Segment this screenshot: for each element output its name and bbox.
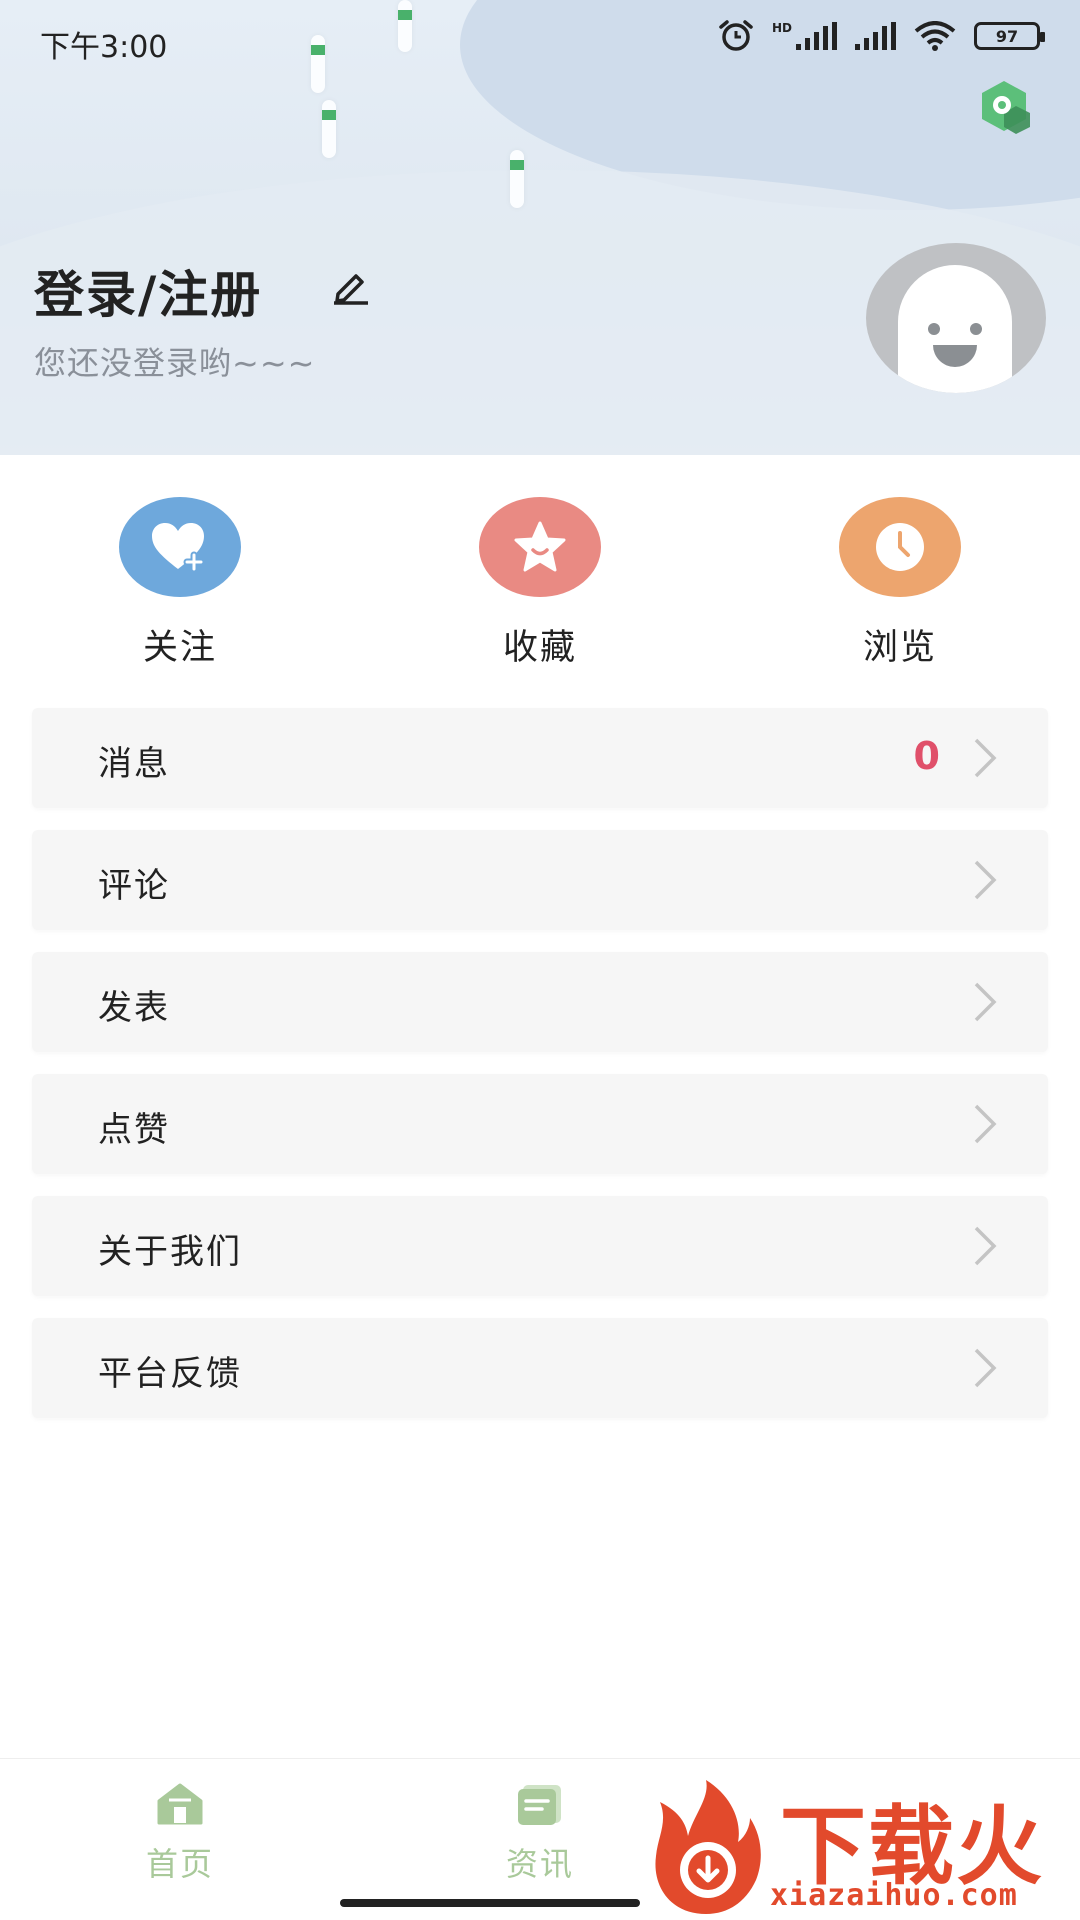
- history-circle: [839, 497, 961, 597]
- menu-item-label: 发表: [98, 988, 170, 1028]
- wifi-icon: [914, 21, 956, 51]
- news-icon: [518, 1785, 561, 1825]
- signal-icon: [855, 22, 896, 50]
- hd-label: HD: [771, 21, 792, 35]
- settings-hex-icon[interactable]: [976, 78, 1032, 134]
- menu-item-messages[interactable]: 消息 0: [32, 708, 1048, 808]
- status-icons: HD 97: [718, 20, 1045, 52]
- favorite-circle: [479, 497, 601, 597]
- menu-item-label: 关于我们: [98, 1232, 242, 1272]
- battery-icon: 97: [974, 22, 1045, 50]
- alarm-icon: [719, 20, 753, 51]
- chevron-right-icon: [974, 1348, 997, 1388]
- chevron-right-icon: [974, 860, 997, 900]
- snow-pole-decoration: [510, 150, 524, 208]
- menu-item-label: 平台反馈: [98, 1354, 242, 1394]
- home-icon: [157, 1783, 203, 1825]
- message-count-badge: 0: [913, 734, 940, 778]
- chevron-right-icon: [974, 1104, 997, 1144]
- home-indicator[interactable]: [340, 1899, 640, 1907]
- favorite-label: 收藏: [502, 628, 577, 668]
- star-icon: [514, 521, 566, 572]
- watermark-domain: xiazaihuo.com: [770, 1878, 1018, 1913]
- clock-icon: [876, 523, 924, 571]
- status-time: 下午3:00: [40, 30, 168, 65]
- quick-action-follow[interactable]: 关注: [80, 497, 280, 670]
- login-hint: 您还没登录哟~~~: [34, 344, 316, 382]
- menu-item-about-us[interactable]: 关于我们: [32, 1196, 1048, 1296]
- menu-item-feedback[interactable]: 平台反馈: [32, 1318, 1048, 1418]
- signal-icon: [796, 22, 837, 50]
- heart-plus-icon: [152, 523, 205, 573]
- quick-action-favorite[interactable]: 收藏: [440, 497, 640, 670]
- profile-header: 下午3:00 HD 97 登录/注册 您还没登录哟~~~: [0, 0, 1080, 455]
- menu-item-label: 消息: [98, 744, 170, 784]
- quick-actions: 关注 收藏 浏览: [0, 455, 1080, 685]
- menu-item-posts[interactable]: 发表: [32, 952, 1048, 1052]
- tab-news[interactable]: 资讯: [460, 1781, 620, 1885]
- tab-news-label: 资讯: [505, 1845, 574, 1883]
- flame-logo-icon: [655, 1780, 761, 1914]
- tab-home[interactable]: 首页: [100, 1781, 260, 1885]
- chevron-right-icon: [974, 1226, 997, 1266]
- avatar[interactable]: [866, 243, 1046, 393]
- menu-item-likes[interactable]: 点赞: [32, 1074, 1048, 1174]
- menu-item-comments[interactable]: 评论: [32, 830, 1048, 930]
- follow-circle: [119, 497, 241, 597]
- watermark: 下载火 xiazaihuo.com: [640, 1772, 1080, 1920]
- chevron-right-icon: [974, 982, 997, 1022]
- quick-action-history[interactable]: 浏览: [800, 497, 1000, 670]
- chevron-right-icon: [974, 738, 997, 778]
- status-bar: 下午3:00 HD 97: [0, 0, 1080, 80]
- battery-level: 97: [995, 26, 1019, 46]
- menu-list: 消息 0 评论 发表 点赞 关于我们 平台反馈: [32, 708, 1048, 1440]
- avatar-placeholder-icon: [898, 265, 1012, 393]
- edit-icon[interactable]: [330, 266, 372, 306]
- menu-item-label: 点赞: [98, 1110, 170, 1150]
- tab-home-label: 首页: [145, 1845, 214, 1883]
- follow-label: 关注: [142, 628, 217, 668]
- login-register-link[interactable]: 登录/注册: [34, 255, 262, 327]
- snow-pole-decoration: [322, 100, 336, 158]
- menu-item-label: 评论: [98, 866, 170, 906]
- history-label: 浏览: [862, 628, 937, 668]
